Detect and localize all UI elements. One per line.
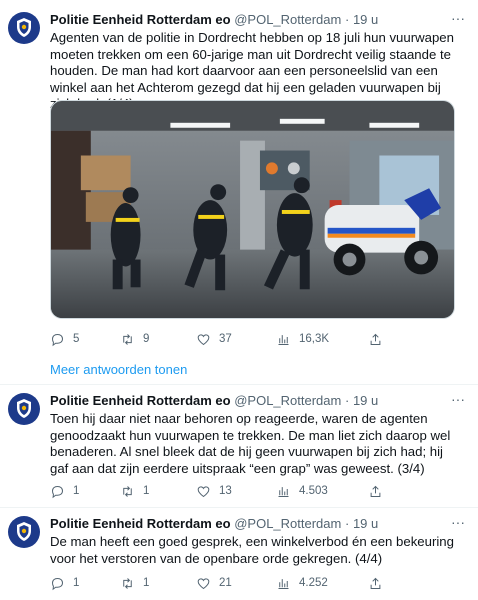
user-handle[interactable]: @POL_Rotterdam bbox=[234, 393, 341, 408]
retweet-icon bbox=[123, 333, 132, 345]
reply-count: 5 bbox=[73, 333, 80, 345]
share-icon bbox=[370, 333, 381, 345]
user-handle[interactable]: @POL_Rotterdam bbox=[234, 516, 341, 531]
reply-icon bbox=[51, 485, 64, 498]
avatar[interactable] bbox=[8, 12, 40, 44]
reply-icon bbox=[51, 333, 64, 346]
display-name[interactable]: Politie Eenheid Rotterdam eo bbox=[50, 516, 231, 531]
separator: · bbox=[344, 393, 350, 408]
reply-count: 1 bbox=[73, 577, 80, 589]
retweet-button[interactable]: 9 bbox=[120, 330, 149, 348]
police-badge-icon bbox=[17, 399, 31, 418]
like-button[interactable]: 13 bbox=[196, 482, 232, 500]
share-icon bbox=[370, 577, 381, 589]
heart-icon bbox=[197, 485, 210, 497]
tweet-actions: 1 1 21 4.252 bbox=[50, 574, 455, 592]
views-icon bbox=[278, 334, 289, 345]
views-button[interactable]: 4.503 bbox=[276, 482, 328, 500]
like-count: 13 bbox=[219, 485, 232, 497]
tweet-3[interactable]: Politie Eenheid Rotterdam eo @POL_Rotter… bbox=[0, 385, 478, 505]
separator: · bbox=[344, 516, 350, 531]
tweet-header: Politie Eenheid Rotterdam eo @POL_Rotter… bbox=[50, 12, 448, 30]
tweet-actions: 5 9 37 16,3K bbox=[50, 330, 455, 348]
display-name[interactable]: Politie Eenheid Rotterdam eo bbox=[50, 12, 231, 27]
tweet-header: Politie Eenheid Rotterdam eo @POL_Rotter… bbox=[50, 516, 448, 534]
retweet-count: 1 bbox=[143, 577, 150, 589]
timestamp[interactable]: 19 u bbox=[353, 516, 378, 531]
views-button[interactable]: 4.252 bbox=[276, 574, 328, 592]
retweet-button[interactable]: 1 bbox=[120, 482, 149, 500]
user-handle[interactable]: @POL_Rotterdam bbox=[234, 12, 341, 27]
ellipsis-icon[interactable]: ··· bbox=[450, 392, 466, 411]
like-count: 37 bbox=[219, 333, 232, 345]
share-button[interactable] bbox=[368, 482, 383, 500]
timestamp[interactable]: 19 u bbox=[353, 12, 378, 27]
retweet-count: 9 bbox=[143, 333, 150, 345]
views-icon bbox=[278, 486, 289, 497]
retweet-count: 1 bbox=[143, 485, 150, 497]
heart-icon bbox=[197, 577, 210, 589]
views-count: 4.252 bbox=[299, 577, 328, 589]
like-button[interactable]: 21 bbox=[196, 574, 232, 592]
tweet-text: Toen hij daar niet naar behoren op reage… bbox=[50, 411, 451, 476]
avatar[interactable] bbox=[8, 393, 40, 425]
reply-count: 1 bbox=[73, 485, 80, 497]
like-button[interactable]: 37 bbox=[196, 330, 232, 348]
retweet-icon bbox=[123, 485, 132, 497]
tweet-photo[interactable] bbox=[50, 100, 455, 319]
tweet-1[interactable]: Politie Eenheid Rotterdam eo @POL_Rotter… bbox=[0, 0, 478, 350]
reply-button[interactable]: 1 bbox=[50, 574, 79, 592]
reply-button[interactable]: 5 bbox=[50, 330, 79, 348]
views-count: 4.503 bbox=[299, 485, 328, 497]
avatar[interactable] bbox=[8, 516, 40, 548]
police-badge-icon bbox=[17, 18, 31, 37]
show-more-replies-link[interactable]: Meer antwoorden tonen bbox=[50, 362, 187, 377]
views-icon bbox=[278, 578, 289, 589]
share-icon bbox=[370, 485, 381, 497]
retweet-icon bbox=[123, 577, 132, 589]
reply-button[interactable]: 1 bbox=[50, 482, 79, 500]
timestamp[interactable]: 19 u bbox=[353, 393, 378, 408]
views-button[interactable]: 16,3K bbox=[276, 330, 329, 348]
share-button[interactable] bbox=[368, 574, 383, 592]
heart-icon bbox=[197, 333, 210, 345]
police-badge-icon bbox=[17, 522, 31, 541]
tweet-4[interactable]: Politie Eenheid Rotterdam eo @POL_Rotter… bbox=[0, 508, 478, 600]
ellipsis-icon[interactable]: ··· bbox=[450, 515, 466, 534]
views-count: 16,3K bbox=[299, 333, 330, 345]
photo-police-station bbox=[51, 101, 454, 318]
share-button[interactable] bbox=[368, 330, 383, 348]
like-count: 21 bbox=[219, 577, 232, 589]
tweet-text: De man heeft een goed gesprek, een winke… bbox=[50, 534, 454, 566]
separator: · bbox=[344, 12, 350, 27]
retweet-button[interactable]: 1 bbox=[120, 574, 149, 592]
tweet-actions: 1 1 13 4.503 bbox=[50, 482, 455, 500]
display-name[interactable]: Politie Eenheid Rotterdam eo bbox=[50, 393, 231, 408]
ellipsis-icon[interactable]: ··· bbox=[450, 11, 466, 30]
tweet-header: Politie Eenheid Rotterdam eo @POL_Rotter… bbox=[50, 393, 448, 411]
reply-icon bbox=[51, 577, 64, 590]
